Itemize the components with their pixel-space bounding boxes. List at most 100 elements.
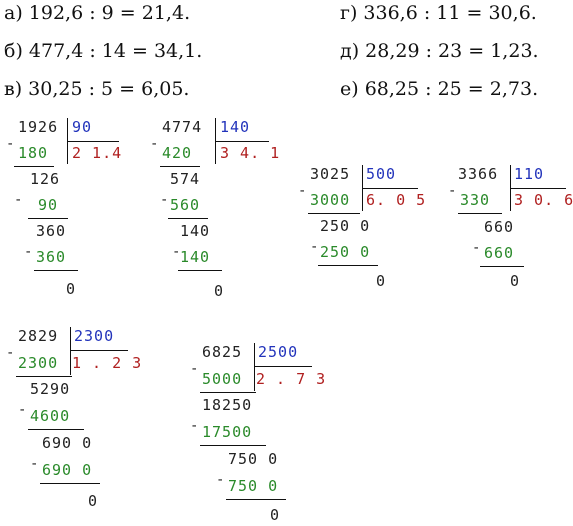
quotient: 6. 0 5 [366, 191, 427, 209]
divisor: 500 [366, 165, 397, 183]
dividend: 4774 [162, 118, 203, 136]
step-remainder: 18250 [202, 396, 253, 414]
step-remainder: 126 [30, 170, 61, 188]
divisor: 90 [72, 118, 93, 136]
equation-v: в) 30,25 : 5 = 6,05. [4, 78, 189, 100]
step-line [226, 499, 286, 500]
step-subtrahend: 250 0 [320, 243, 371, 261]
step-subtrahend: 180 [18, 144, 49, 162]
step-remainder: 5290 [30, 380, 71, 398]
division-bar [70, 327, 71, 375]
minus-sign: - [216, 472, 225, 488]
step-subtrahend: 690 0 [42, 461, 93, 479]
minus-sign: - [150, 136, 159, 152]
division-bar [254, 343, 255, 391]
final-remainder: 0 [510, 272, 521, 290]
step-subtrahend: 140 [180, 248, 211, 266]
divisor-underline [362, 188, 418, 189]
equation-label: е) [340, 78, 359, 100]
step-remainder: 250 0 [320, 217, 371, 235]
step-line [28, 429, 84, 430]
divisor-underline [254, 366, 312, 367]
equation-label: д) [340, 40, 360, 62]
equation-label: г) [340, 2, 358, 24]
equation-text: 336,6 : 11 = 30,6. [363, 2, 537, 24]
equation-text: 30,25 : 5 = 6,05. [28, 78, 190, 100]
divisor: 140 [220, 118, 251, 136]
step-remainder: 140 [180, 222, 211, 240]
step-subtrahend: 90 [38, 196, 59, 214]
step-line [200, 445, 266, 446]
equation-g: г) 336,6 : 11 = 30,6. [340, 2, 537, 24]
final-remainder: 0 [270, 506, 281, 524]
minus-sign: - [24, 244, 33, 260]
equation-text: 192,6 : 9 = 21,4. [28, 2, 191, 24]
step-line [160, 166, 200, 167]
equation-a: а) 192,6 : 9 = 21,4. [4, 2, 190, 24]
minus-sign: - [190, 418, 199, 434]
step-subtrahend: 17500 [202, 423, 253, 441]
equation-d: д) 28,29 : 23 = 1,23. [340, 40, 539, 62]
equation-e: е) 68,25 : 25 = 2,73. [340, 78, 538, 100]
step-subtrahend: 2300 [18, 354, 59, 372]
step-line [308, 213, 360, 214]
step-subtrahend: 660 [484, 244, 515, 262]
final-remainder: 0 [66, 280, 77, 298]
divisor: 2300 [74, 327, 115, 345]
minus-sign: - [298, 183, 307, 199]
step-line [168, 218, 208, 219]
dividend: 6825 [202, 343, 243, 361]
step-line [480, 266, 524, 267]
step-remainder: 660 [484, 218, 515, 236]
step-subtrahend: 750 0 [228, 477, 279, 495]
equation-label: в) [4, 78, 23, 100]
step-line [178, 270, 222, 271]
step-line [14, 166, 54, 167]
dividend: 3025 [310, 165, 351, 183]
step-line [318, 265, 378, 266]
minus-sign: - [6, 136, 15, 152]
dividend: 2829 [18, 327, 59, 345]
step-remainder: 750 0 [228, 450, 279, 468]
quotient: 1 . 2 3 [72, 354, 143, 372]
final-remainder: 0 [376, 272, 387, 290]
step-line [28, 218, 68, 219]
minus-sign: - [18, 402, 27, 418]
minus-sign: - [160, 192, 169, 208]
minus-sign: - [190, 361, 199, 377]
step-line [200, 392, 256, 393]
step-line [458, 213, 502, 214]
step-remainder: 574 [170, 170, 201, 188]
equation-text: 28,29 : 23 = 1,23. [365, 40, 539, 62]
equation-label: б) [4, 40, 23, 62]
quotient: 2 1.4 [72, 144, 123, 162]
step-subtrahend: 330 [460, 191, 491, 209]
divisor: 2500 [258, 343, 299, 361]
minus-sign: - [448, 183, 457, 199]
quotient: 2 . 7 3 [256, 370, 327, 388]
minus-sign: - [6, 345, 15, 361]
final-remainder: 0 [214, 282, 225, 300]
step-line [16, 376, 72, 377]
minus-sign: - [14, 192, 23, 208]
dividend: 3366 [458, 165, 499, 183]
step-subtrahend: 4600 [30, 407, 71, 425]
divisor-underline [510, 188, 566, 189]
quotient: 3 4. 1 [220, 144, 281, 162]
minus-sign: - [472, 240, 481, 256]
equation-label: а) [4, 2, 23, 24]
minus-sign: - [310, 239, 319, 255]
step-subtrahend: 360 [36, 248, 67, 266]
equation-b: б) 477,4 : 14 = 34,1. [4, 40, 202, 62]
step-subtrahend: 5000 [202, 370, 243, 388]
minus-sign: - [30, 456, 39, 472]
step-line [34, 270, 78, 271]
step-remainder: 360 [36, 222, 67, 240]
quotient: 3 0. 6 [514, 191, 573, 209]
equation-text: 68,25 : 25 = 2,73. [364, 78, 539, 100]
divisor-underline [67, 141, 119, 142]
step-subtrahend: 560 [170, 196, 201, 214]
equation-text: 477,4 : 14 = 34,1. [28, 40, 203, 62]
divisor-underline [70, 350, 128, 351]
step-subtrahend: 3000 [310, 191, 351, 209]
